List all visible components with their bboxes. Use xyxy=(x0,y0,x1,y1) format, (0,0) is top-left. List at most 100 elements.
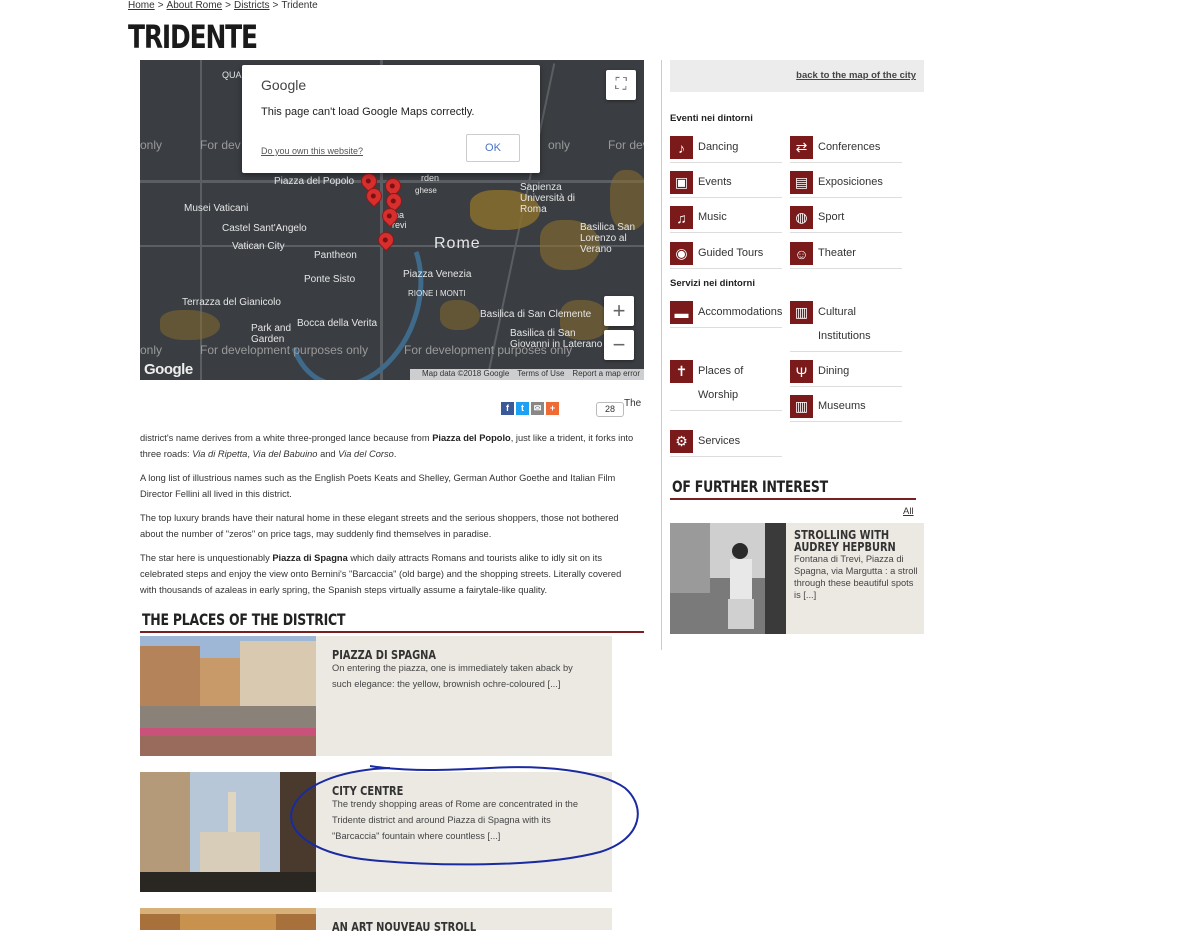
map-label: Pantheon xyxy=(314,250,357,261)
map-label: ghese xyxy=(415,186,437,195)
map-dev-watermark: only xyxy=(140,343,163,357)
twitter-icon[interactable]: t xyxy=(516,402,529,415)
institution-icon: ▥ xyxy=(790,301,813,324)
place-title[interactable]: AN ART NOUVEAU STROLL xyxy=(332,920,476,934)
heading-underline xyxy=(140,631,644,633)
map-label: Musei Vaticani xyxy=(184,203,249,214)
map-label: Ponte Sisto xyxy=(304,274,356,285)
column-divider xyxy=(661,60,662,650)
service-category-accommodations[interactable]: ▬ Accommodations xyxy=(670,301,782,328)
map-dev-watermark: only xyxy=(140,138,163,152)
map-area xyxy=(440,300,480,330)
service-category-label: Places of Worship xyxy=(698,365,744,401)
share-count: 28 xyxy=(596,402,624,417)
addthis-plus-icon[interactable]: + xyxy=(546,402,559,415)
map-embed[interactable]: QUAR Piazza del Popolo ghese rden Musei … xyxy=(140,60,644,380)
service-category-label: Cultural Institutions xyxy=(818,306,871,342)
map-label: Terrazza del Gianicolo xyxy=(182,297,281,308)
map-label: Rome xyxy=(434,235,481,252)
maps-error-message: This page can't load Google Maps correct… xyxy=(261,106,475,118)
email-icon[interactable]: ✉ xyxy=(531,402,544,415)
event-category-guided-tours[interactable]: ◉ Guided Tours xyxy=(670,242,782,269)
further-interest-heading: OF FURTHER INTEREST xyxy=(672,477,828,496)
map-dev-watermark: only xyxy=(548,138,571,152)
exhibitions-icon: ▤ xyxy=(790,171,813,194)
audrey-hepburn-photo[interactable] xyxy=(670,523,786,634)
map-label: Basilica di San Clemente xyxy=(480,309,592,320)
museum-icon: ▥ xyxy=(790,395,813,418)
map-data-credit: Map data ©2018 Google xyxy=(421,369,510,378)
service-category-label: Dining xyxy=(818,365,850,377)
service-category-cultural-institutions[interactable]: ▥ Cultural Institutions xyxy=(790,301,902,352)
back-to-map-link[interactable]: back to the map of the city xyxy=(796,70,916,81)
page-title: TRIDENTE xyxy=(128,18,258,56)
map-label: Basilica San Lorenzo al Verano xyxy=(580,222,636,255)
map-dev-watermark: For dev xyxy=(200,138,241,152)
google-logo: Google xyxy=(144,361,193,378)
map-label: rden xyxy=(421,173,440,183)
event-category-label: Music xyxy=(698,211,727,223)
own-website-link[interactable]: Do you own this website? xyxy=(261,146,363,156)
service-category-services[interactable]: ⚙ Services xyxy=(670,430,782,457)
event-category-label: Exposiciones xyxy=(818,176,883,188)
conferences-icon: ⇄ xyxy=(790,136,813,159)
all-link[interactable]: All xyxy=(903,506,914,517)
place-description: On entering the piazza, one is immediate… xyxy=(332,663,573,689)
events-icon: ▣ xyxy=(670,171,693,194)
event-category-label: Dancing xyxy=(698,141,739,153)
report-map-error-link[interactable]: Report a map error xyxy=(572,369,640,378)
art-nouveau-photo[interactable] xyxy=(140,908,316,930)
fullscreen-button[interactable]: ⛶ xyxy=(606,70,636,100)
service-category-museums[interactable]: ▥ Museums xyxy=(790,395,902,422)
hand-drawn-annotation-circle xyxy=(290,765,639,866)
dialog-ok-button[interactable]: OK xyxy=(466,134,520,162)
event-category-theater[interactable]: ☺ Theater xyxy=(790,242,902,269)
zoom-in-button[interactable]: + xyxy=(604,296,634,326)
breadcrumb-about-link[interactable]: About Rome xyxy=(167,0,223,11)
theater-masks-icon: ☺ xyxy=(790,242,813,265)
dancing-icon: ♪ xyxy=(670,136,693,159)
zoom-out-button[interactable]: − xyxy=(604,330,634,360)
place-card-piazza-di-spagna[interactable]: PIAZZA DI SPAGNA On entering the piazza,… xyxy=(140,636,612,756)
eye-icon: ◉ xyxy=(670,242,693,265)
facebook-icon[interactable]: f xyxy=(501,402,514,415)
map-area xyxy=(160,310,220,340)
event-category-exposiciones[interactable]: ▤ Exposiciones xyxy=(790,171,902,198)
piazza-di-spagna-photo[interactable] xyxy=(140,636,316,756)
map-area xyxy=(610,170,644,230)
event-category-dancing[interactable]: ♪ Dancing xyxy=(670,136,782,163)
map-label: Bocca della Verita xyxy=(297,318,378,329)
terms-of-use-link[interactable]: Terms of Use xyxy=(517,369,564,378)
further-interest-card[interactable]: STROLLING WITH AUDREY HEPBURN Fontana di… xyxy=(670,523,924,634)
event-category-events[interactable]: ▣ Events xyxy=(670,171,782,198)
services-heading: Servizi nei dintorni xyxy=(670,278,755,289)
map-label: Park and Garden xyxy=(251,323,292,345)
event-category-conferences[interactable]: ⇄ Conferences xyxy=(790,136,902,163)
breadcrumb-separator: > xyxy=(157,0,164,11)
map-label: RIONE I MONTI xyxy=(408,289,466,298)
article-paragraph: The top luxury brands have their natural… xyxy=(140,513,619,539)
heading-underline xyxy=(670,498,916,500)
article-paragraph: The star here is unquestionably Piazza d… xyxy=(140,553,622,595)
map-dev-watermark: For development purposes only xyxy=(404,343,573,357)
breadcrumb-home-link[interactable]: Home xyxy=(128,0,155,11)
service-category-dining[interactable]: Ψ Dining xyxy=(790,360,902,387)
breadcrumb-current: Tridente xyxy=(281,0,318,11)
map-label: Piazza del Popolo xyxy=(274,176,355,187)
map-label: Vatican City xyxy=(232,241,285,252)
map-label: Castel Sant'Angelo xyxy=(222,223,307,234)
event-category-music[interactable]: ♫ Music xyxy=(670,206,782,233)
event-category-label: Conferences xyxy=(818,141,881,153)
place-card-art-nouveau[interactable]: AN ART NOUVEAU STROLL xyxy=(140,908,612,934)
service-category-places-of-worship[interactable]: ✝ Places of Worship xyxy=(670,360,782,411)
fullscreen-icon: ⛶ xyxy=(615,76,627,93)
further-item-title[interactable]: STROLLING WITH AUDREY HEPBURN xyxy=(794,529,901,553)
share-buttons: f t ✉ + xyxy=(501,402,559,415)
breadcrumb-separator: > xyxy=(225,0,231,11)
breadcrumb-districts-link[interactable]: Districts xyxy=(234,0,270,11)
event-category-label: Theater xyxy=(818,247,856,259)
event-category-sport[interactable]: ◍ Sport xyxy=(790,206,902,233)
map-label: Sapienza Università di Roma xyxy=(520,182,576,215)
breadcrumb-separator: > xyxy=(272,0,279,11)
gears-icon: ⚙ xyxy=(670,430,693,453)
